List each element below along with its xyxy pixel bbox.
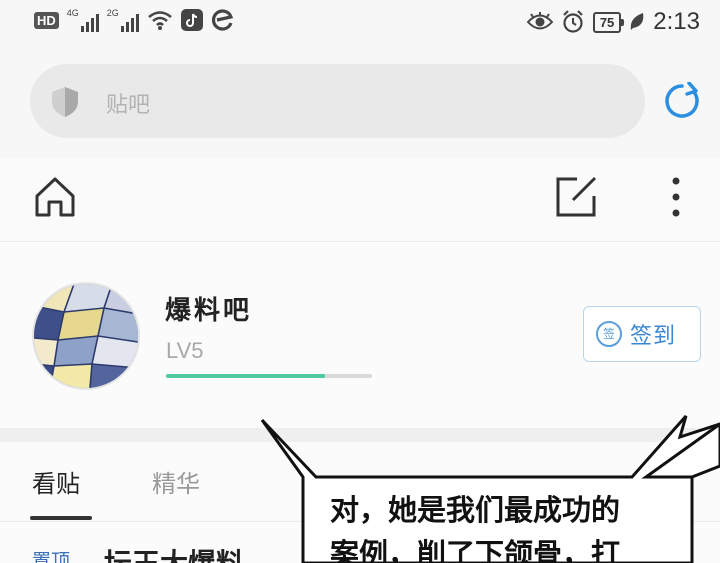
speech-line: 对，她是我们最成功的 [330,493,621,527]
speech-line: 案例，削了下颌骨，打 [330,537,621,563]
speech-bubble-text: 对，她是我们最成功的 案例，削了下颌骨，打 [330,488,680,563]
comic-speech-bubble [260,415,720,563]
